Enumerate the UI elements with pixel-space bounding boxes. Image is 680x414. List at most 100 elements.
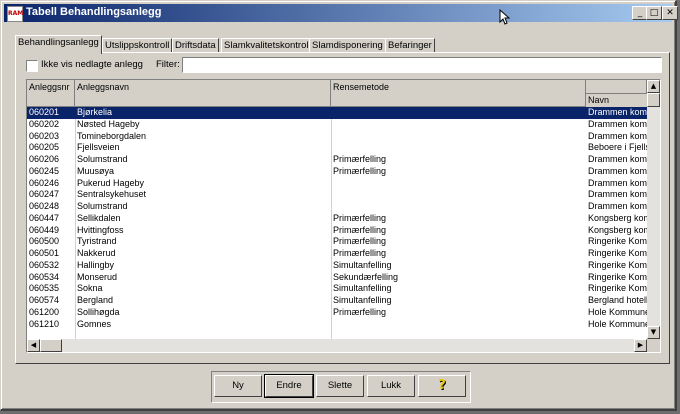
tab-utslippskontroll[interactable]: Utslippskontroll: [102, 38, 173, 53]
cell-anleggsnr: 060246: [29, 177, 60, 188]
cell-anleggsnr: 060535: [29, 283, 60, 294]
cell-anleggsnr: 060202: [29, 118, 60, 129]
cell-anleggsnavn: Tomineborgdalen: [77, 130, 147, 141]
table-row[interactable]: 061210 Gomnes Hole Kommune: [27, 319, 647, 331]
table-row[interactable]: 060202 Nøsted Hageby Drammen komm: [27, 119, 647, 131]
column-header-rensemetode[interactable]: Rensemetode: [331, 80, 586, 107]
cell-eier-navn: Ringerike Komr: [588, 248, 647, 258]
table-row[interactable]: 060246 Pukerud Hageby Drammen komm: [27, 178, 647, 190]
cell-eier-navn: Ringerike Komr: [588, 259, 647, 270]
cell-anleggsnavn: Hvittingfoss: [77, 224, 124, 235]
cell-eier-navn: Drammen komm: [588, 118, 647, 129]
cell-rensemetode: Simultanfelling: [333, 259, 392, 270]
table-row[interactable]: 060205 Fjellsveien Beboere i Fjells: [27, 142, 647, 154]
cell-eier-navn: Drammen komm: [588, 201, 647, 211]
table-row[interactable]: 060500 Tyristrand Primærfelling Ringerike K…: [27, 236, 647, 248]
hide-closed-checkbox[interactable]: [26, 60, 38, 72]
cell-anleggsnr: 060205: [29, 142, 60, 153]
table-body: 060201 Bjørkelia Drammen komm 060202 Nøsted …: [27, 107, 647, 330]
maximize-button[interactable]: □: [646, 6, 662, 20]
scroll-down-icon[interactable]: ▼: [647, 326, 660, 339]
tab-slamkvalitetskontroll[interactable]: Slamkvalitetskontroll: [221, 38, 314, 53]
filter-input[interactable]: [182, 57, 662, 73]
scroll-right-icon[interactable]: ▶: [634, 339, 647, 352]
cell-eier-navn: Bergland hotell: [588, 295, 647, 305]
cell-anleggsnr: 060447: [29, 212, 60, 223]
table-row[interactable]: 060574 Bergland Simultanfelling Bergland ho…: [27, 295, 647, 307]
tab-befaringer[interactable]: Befaringer: [385, 38, 435, 53]
cell-anleggsnavn: Muusøya: [77, 165, 115, 176]
column-header-navn[interactable]: Navn: [586, 93, 647, 107]
table-row[interactable]: 060203 Tomineborgdalen Drammen komm: [27, 131, 647, 143]
table-row[interactable]: 060535 Sokna Simultanfelling Ringerike Komr: [27, 283, 647, 295]
table-row[interactable]: 060206 Solumstrand Primærfelling Drammen ko…: [27, 154, 647, 166]
hscroll-thumb[interactable]: [40, 339, 62, 352]
window-title: Tabell Behandlingsanlegg: [26, 6, 162, 18]
vertical-scrollbar[interactable]: ▲ ▼: [647, 80, 660, 339]
cell-rensemetode: [331, 142, 586, 154]
table-row[interactable]: 060449 Hvittingfoss Primærfelling Kongsberg…: [27, 225, 647, 237]
tab-driftsdata[interactable]: Driftsdata: [172, 38, 219, 53]
cell-rensemetode: [331, 107, 586, 119]
table-row[interactable]: 061200 Sollihøgda Primærfelling Hole Kommun…: [27, 307, 647, 319]
cell-eier-navn: Hole Kommune: [588, 318, 647, 329]
cell-anleggsnr: 060206: [29, 154, 60, 164]
cell-rensemetode: Primærfelling: [333, 212, 387, 223]
tab-slamdisponering[interactable]: Slamdisponering: [309, 38, 386, 53]
main-window: RAM Tabell Behandlingsanlegg _ □ ✕ Behan…: [0, 0, 678, 411]
column-header-anleggsnavn[interactable]: Anleggsnavn: [75, 80, 331, 107]
help-button[interactable]: ?: [418, 375, 466, 397]
cell-anleggsnr: 060501: [29, 248, 60, 258]
cell-anleggsnavn: Sentralsykehuset: [77, 189, 147, 200]
new-button[interactable]: Ny: [214, 375, 262, 397]
cell-eier-navn: Ringerike Komr: [588, 236, 647, 247]
cell-eier-navn: Beboere i Fjells: [588, 142, 647, 153]
cell-anleggsnr: 060203: [29, 130, 60, 141]
facility-table[interactable]: Anleggsnr Anleggsnavn Rensemetode Navn 0…: [26, 79, 661, 353]
hide-closed-label[interactable]: Ikke vis nedlagte anlegg: [41, 59, 143, 70]
edit-button[interactable]: Endre: [264, 374, 314, 398]
scroll-thumb[interactable]: [647, 93, 660, 107]
cell-eier-navn: Drammen komm: [588, 154, 647, 164]
filter-label: Filter:: [156, 59, 180, 70]
close-button[interactable]: ✕: [662, 6, 678, 20]
cell-eier-navn: Hole Kommune: [588, 306, 647, 317]
column-header-anleggsnr[interactable]: Anleggsnr: [27, 80, 75, 107]
table-row[interactable]: 060447 Sellikdalen Primærfelling Kongsberg …: [27, 213, 647, 225]
scroll-up-icon[interactable]: ▲: [647, 80, 660, 93]
table-row[interactable]: 060247 Sentralsykehuset Drammen komm: [27, 189, 647, 201]
delete-button[interactable]: Slette: [316, 375, 364, 397]
table-row[interactable]: 060532 Hallingby Simultanfelling Ringerike …: [27, 260, 647, 272]
cell-anleggsnr: 060532: [29, 259, 60, 270]
close-dialog-button[interactable]: Lukk: [367, 375, 415, 397]
cell-anleggsnavn: Bergland: [77, 295, 114, 305]
title-bar[interactable]: RAM Tabell Behandlingsanlegg _ □ ✕: [4, 4, 678, 22]
cell-eier-navn: Drammen komm: [588, 130, 647, 141]
app-icon[interactable]: RAM: [7, 6, 23, 22]
cell-anleggsnr: 060248: [29, 201, 60, 211]
tab-behandlingsanlegg[interactable]: Behandlingsanlegg: [15, 35, 102, 54]
horizontal-scrollbar[interactable]: ◀ ▶: [27, 339, 647, 352]
table-row[interactable]: 060248 Solumstrand Drammen komm: [27, 201, 647, 213]
table-row[interactable]: 060245 Muusøya Primærfelling Drammen komm: [27, 166, 647, 178]
cell-anleggsnr: 061200: [29, 306, 60, 317]
cell-eier-navn: Drammen komm: [588, 165, 647, 176]
cell-rensemetode: [331, 201, 586, 213]
table-row[interactable]: 060534 Monserud Sekundærfelling Ringerike K…: [27, 272, 647, 284]
cell-rensemetode: Primærfelling: [333, 248, 387, 258]
table-row[interactable]: 060501 Nakkerud Primærfelling Ringerike Kom…: [27, 248, 647, 260]
cell-rensemetode: Primærfelling: [333, 306, 387, 317]
cell-anleggsnavn: Tyristrand: [77, 236, 117, 247]
tab-panel: Ikke vis nedlagte anlegg Filter: Anleggs…: [15, 52, 670, 364]
cell-eier-navn: Drammen komm: [588, 177, 647, 188]
scroll-left-icon[interactable]: ◀: [27, 339, 40, 352]
cell-rensemetode: [331, 189, 586, 201]
cell-eier-navn: Drammen komm: [588, 189, 647, 200]
cell-anleggsnr: 061210: [29, 318, 60, 329]
cell-anleggsnavn: Sokna: [77, 283, 103, 294]
cell-anleggsnavn: Nøsted Hageby: [77, 118, 140, 129]
table-row[interactable]: 060201 Bjørkelia Drammen komm: [27, 107, 647, 119]
cell-rensemetode: Primærfelling: [333, 236, 387, 247]
cell-rensemetode: Simultanfelling: [333, 283, 392, 294]
cell-anleggsnr: 060201: [29, 107, 60, 117]
